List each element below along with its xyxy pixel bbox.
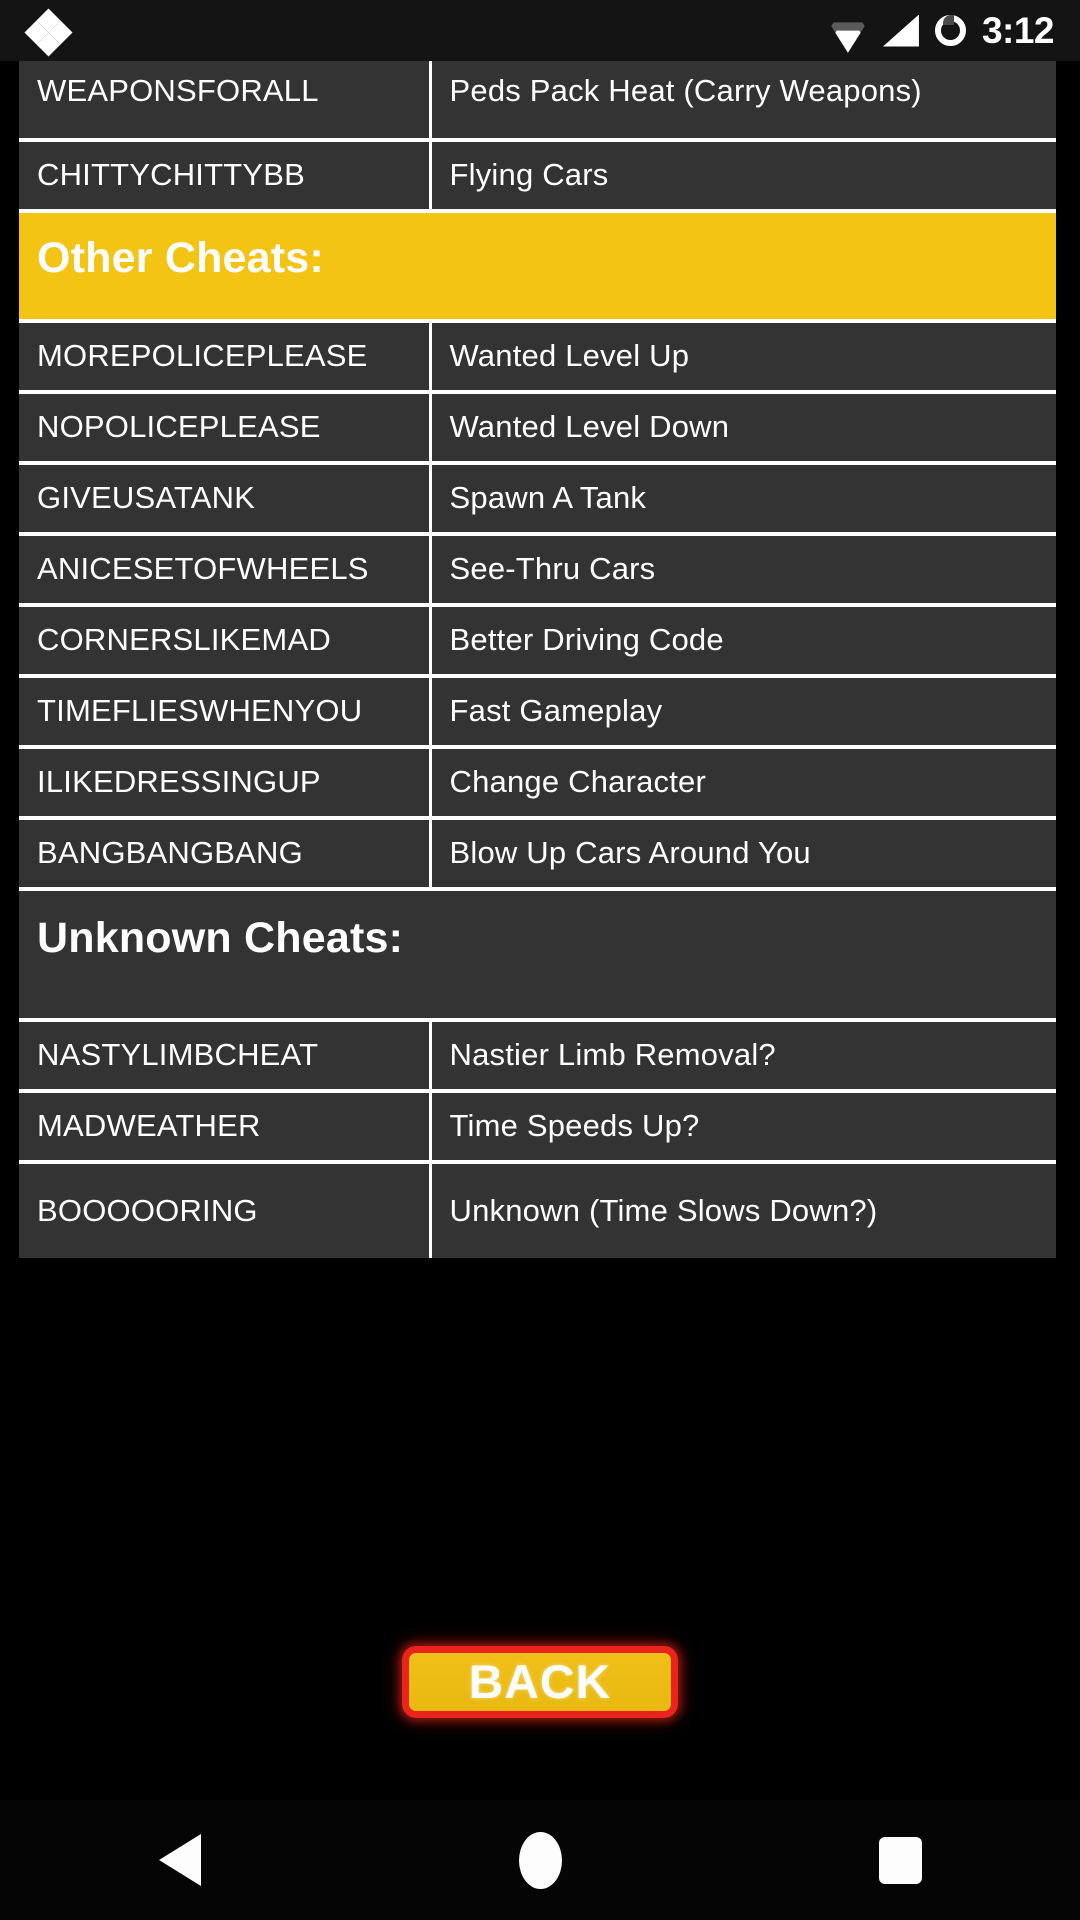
nav-recents-button[interactable] <box>810 1800 990 1920</box>
table-row[interactable]: NOPOLICEPLEASE Wanted Level Down <box>19 392 1056 465</box>
cheat-effect-cell: Better Driving Code <box>430 605 1056 678</box>
nav-home-button[interactable] <box>450 1800 630 1920</box>
table-row[interactable]: BANGBANGBANG Blow Up Cars Around You <box>19 818 1056 891</box>
cheat-effect-cell: Peds Pack Heat (Carry Weapons) <box>430 61 1056 142</box>
cheat-effect-cell: Time Speeds Up? <box>430 1091 1056 1164</box>
cheat-code-cell: CHITTYCHITTYBB <box>19 140 432 213</box>
cheat-code-cell: TIMEFLIESWHENYOU <box>19 676 432 749</box>
status-bar-left <box>22 4 76 58</box>
table-row[interactable]: CHITTYCHITTYBB Flying Cars <box>19 140 1056 213</box>
cheat-code-cell: WEAPONSFORALL <box>19 61 432 142</box>
signal-icon <box>882 14 919 47</box>
back-button[interactable]: BACK <box>402 1645 678 1718</box>
section-header-title: Unknown Cheats: <box>19 889 1056 1022</box>
cheat-code-cell: NOPOLICEPLEASE <box>19 392 432 465</box>
table-row[interactable]: ILIKEDRESSINGUP Change Character <box>19 747 1056 820</box>
nav-back-icon <box>159 1834 201 1886</box>
cheat-list-scroll-area[interactable]: WEAPONSFORALL Peds Pack Heat (Carry Weapo… <box>0 61 1080 1563</box>
cheat-code-cell: BANGBANGBANG <box>19 818 432 891</box>
status-bar-clock: 3:12 <box>981 10 1055 51</box>
table-row[interactable]: ANICESETOFWHEELS See-Thru Cars <box>19 534 1056 607</box>
cheat-code-cell: MADWEATHER <box>19 1091 432 1164</box>
cheat-effect-cell: Fast Gameplay <box>430 676 1056 749</box>
wifi-icon <box>828 16 867 54</box>
cheat-code-cell: ILIKEDRESSINGUP <box>19 747 432 820</box>
cheat-effect-cell: Blow Up Cars Around You <box>430 818 1056 891</box>
cheat-effect-cell: Unknown (Time Slows Down?) <box>430 1162 1056 1258</box>
table-row[interactable]: GIVEUSATANK Spawn A Tank <box>19 463 1056 536</box>
cheat-code-cell: ANICESETOFWHEELS <box>19 534 432 607</box>
table-section-header: Unknown Cheats: <box>19 889 1056 1022</box>
nav-back-button[interactable] <box>90 1800 270 1920</box>
back-button-label: BACK <box>468 1655 612 1708</box>
nav-recents-icon <box>878 1836 922 1884</box>
table-row[interactable]: CORNERSLIKEMAD Better Driving Code <box>19 605 1056 678</box>
section-header-title: Other Cheats: <box>19 211 1056 323</box>
cheat-code-cell: CORNERSLIKEMAD <box>19 605 432 678</box>
table-row[interactable]: NASTYLIMBCHEAT Nastier Limb Removal? <box>19 1020 1056 1093</box>
android-navigation-bar <box>0 1800 1080 1920</box>
cheat-effect-cell: Wanted Level Up <box>430 321 1056 394</box>
cheat-effect-cell: Nastier Limb Removal? <box>430 1020 1056 1093</box>
cheat-effect-cell: Change Character <box>430 747 1056 820</box>
table-row[interactable]: TIMEFLIESWHENYOU Fast Gameplay <box>19 676 1056 749</box>
table-section-header: Other Cheats: <box>19 211 1056 323</box>
status-bar: 3:12 <box>0 0 1080 61</box>
diamond-cluster-icon <box>22 4 76 58</box>
cheat-code-cell: BOOOOORING <box>19 1162 432 1258</box>
back-button-area: BACK <box>0 1563 1080 1800</box>
battery-icon <box>934 15 966 46</box>
cheat-effect-cell: Spawn A Tank <box>430 463 1056 536</box>
table-row[interactable]: MADWEATHER Time Speeds Up? <box>19 1091 1056 1164</box>
table-row[interactable]: MOREPOLICEPLEASE Wanted Level Up <box>19 321 1056 394</box>
nav-home-icon <box>518 1831 562 1889</box>
cheat-code-cell: NASTYLIMBCHEAT <box>19 1020 432 1093</box>
cheat-effect-cell: See-Thru Cars <box>430 534 1056 607</box>
status-bar-right: 3:12 <box>828 10 1055 54</box>
table-row[interactable]: WEAPONSFORALL Peds Pack Heat (Carry Weapo… <box>19 61 1056 142</box>
cheat-code-table: WEAPONSFORALL Peds Pack Heat (Carry Weapo… <box>19 61 1056 1258</box>
table-row[interactable]: BOOOOORING Unknown (Time Slows Down?) <box>19 1162 1056 1258</box>
cheat-effect-cell: Wanted Level Down <box>430 392 1056 465</box>
cheat-effect-cell: Flying Cars <box>430 140 1056 213</box>
cheat-code-cell: MOREPOLICEPLEASE <box>19 321 432 394</box>
cheat-code-cell: GIVEUSATANK <box>19 463 432 536</box>
